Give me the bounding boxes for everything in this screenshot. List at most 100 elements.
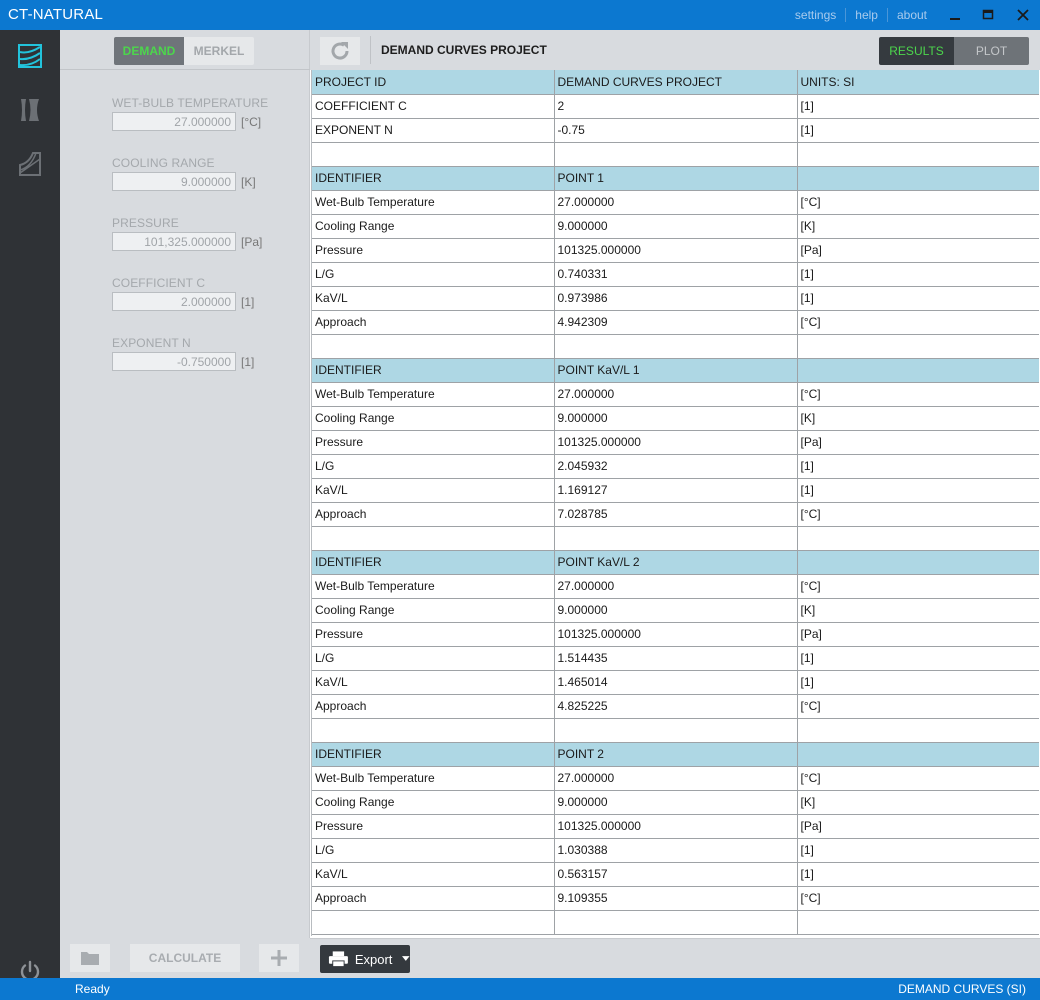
table-row[interactable]: Wet-Bulb Temperature 27.000000 [°C] <box>312 190 1039 215</box>
table-cell[interactable]: [1] <box>797 838 1039 863</box>
table-cell[interactable]: Approach <box>312 310 555 335</box>
table-row[interactable]: L/G 1.514435 [1] <box>312 646 1039 671</box>
table-cell[interactable]: Cooling Range <box>312 214 555 239</box>
table-cell[interactable]: 101325.000000 <box>554 238 798 263</box>
sidebar-item-demand-curves[interactable] <box>16 42 44 70</box>
plot-tab[interactable]: PLOT <box>954 37 1029 65</box>
table-cell[interactable]: [°C] <box>797 766 1039 791</box>
table-row[interactable]: Pressure 101325.000000 [Pa] <box>312 238 1039 263</box>
table-row[interactable]: Approach 4.825225 [°C] <box>312 694 1039 719</box>
table-row[interactable] <box>312 526 1039 551</box>
table-row[interactable]: Approach 4.942309 [°C] <box>312 310 1039 335</box>
table-row[interactable]: Pressure 101325.000000 [Pa] <box>312 814 1039 839</box>
refresh-button[interactable] <box>320 37 360 65</box>
table-row[interactable] <box>312 142 1039 167</box>
open-folder-button[interactable] <box>70 944 110 972</box>
table-cell[interactable]: 2 <box>554 94 798 119</box>
table-cell[interactable]: [1] <box>797 670 1039 695</box>
table-cell[interactable]: Approach <box>312 502 555 527</box>
table-cell[interactable]: EXPONENT N <box>312 118 555 143</box>
table-cell[interactable]: KaV/L <box>312 670 555 695</box>
table-cell[interactable]: POINT 1 <box>554 166 798 191</box>
table-cell[interactable]: [Pa] <box>797 622 1039 647</box>
table-cell[interactable]: UNITS: SI <box>797 70 1039 95</box>
close-button[interactable] <box>1008 4 1038 26</box>
results-tab[interactable]: RESULTS <box>879 37 954 65</box>
table-cell[interactable]: Wet-Bulb Temperature <box>312 574 555 599</box>
table-cell[interactable]: IDENTIFIER <box>312 742 555 767</box>
table-cell[interactable] <box>312 526 555 551</box>
table-cell[interactable] <box>554 334 798 359</box>
table-cell[interactable]: 101325.000000 <box>554 814 798 839</box>
table-cell[interactable] <box>797 358 1039 383</box>
table-cell[interactable]: L/G <box>312 646 555 671</box>
add-button[interactable] <box>259 944 299 972</box>
table-cell[interactable]: IDENTIFIER <box>312 166 555 191</box>
table-cell[interactable]: 27.000000 <box>554 574 798 599</box>
table-cell[interactable]: PROJECT ID <box>312 70 555 95</box>
table-cell[interactable]: 101325.000000 <box>554 622 798 647</box>
table-cell[interactable]: [1] <box>797 94 1039 119</box>
table-cell[interactable] <box>312 910 555 935</box>
table-cell[interactable]: Wet-Bulb Temperature <box>312 382 555 407</box>
sidebar-item-tower[interactable] <box>16 96 44 124</box>
table-cell[interactable]: 27.000000 <box>554 382 798 407</box>
table-cell[interactable] <box>797 718 1039 743</box>
table-cell[interactable]: [°C] <box>797 886 1039 911</box>
table-cell[interactable] <box>554 142 798 167</box>
table-cell[interactable]: POINT KaV/L 1 <box>554 358 798 383</box>
exponent-n-input[interactable] <box>112 352 236 371</box>
table-cell[interactable]: Cooling Range <box>312 406 555 431</box>
table-cell[interactable]: Pressure <box>312 238 555 263</box>
table-row[interactable]: KaV/L 0.563157 [1] <box>312 862 1039 887</box>
table-cell[interactable]: Wet-Bulb Temperature <box>312 190 555 215</box>
about-link[interactable]: about <box>886 8 936 22</box>
table-cell[interactable]: 1.030388 <box>554 838 798 863</box>
table-cell[interactable]: 1.465014 <box>554 670 798 695</box>
table-section-header[interactable]: IDENTIFIER POINT KaV/L 2 <box>312 550 1039 575</box>
table-section-header[interactable]: IDENTIFIER POINT KaV/L 1 <box>312 358 1039 383</box>
table-cell[interactable]: 7.028785 <box>554 502 798 527</box>
table-cell[interactable] <box>797 142 1039 167</box>
table-section-header[interactable]: PROJECT ID DEMAND CURVES PROJECT UNITS: SI <box>312 70 1039 95</box>
table-row[interactable]: Wet-Bulb Temperature 27.000000 [°C] <box>312 382 1039 407</box>
table-cell[interactable]: [Pa] <box>797 814 1039 839</box>
maximize-button[interactable] <box>973 4 1003 26</box>
table-cell[interactable]: [K] <box>797 598 1039 623</box>
table-cell[interactable]: IDENTIFIER <box>312 550 555 575</box>
help-link[interactable]: help <box>845 8 887 22</box>
table-cell[interactable]: [1] <box>797 286 1039 311</box>
table-cell[interactable] <box>312 142 555 167</box>
table-row[interactable]: Approach 9.109355 [°C] <box>312 886 1039 911</box>
table-row[interactable]: Cooling Range 9.000000 [K] <box>312 406 1039 431</box>
table-cell[interactable]: [1] <box>797 262 1039 287</box>
table-cell[interactable]: [°C] <box>797 574 1039 599</box>
table-cell[interactable] <box>554 910 798 935</box>
results-table-container[interactable]: PROJECT ID DEMAND CURVES PROJECT UNITS: SI… <box>311 70 1039 936</box>
table-cell[interactable] <box>797 334 1039 359</box>
settings-link[interactable]: settings <box>786 8 845 22</box>
table-cell[interactable] <box>312 334 555 359</box>
table-cell[interactable]: [K] <box>797 214 1039 239</box>
table-cell[interactable]: L/G <box>312 454 555 479</box>
table-cell[interactable]: COEFFICIENT C <box>312 94 555 119</box>
table-cell[interactable]: KaV/L <box>312 286 555 311</box>
table-cell[interactable] <box>554 526 798 551</box>
table-section-header[interactable]: IDENTIFIER POINT 2 <box>312 742 1039 767</box>
table-cell[interactable]: 9.109355 <box>554 886 798 911</box>
table-row[interactable]: L/G 2.045932 [1] <box>312 454 1039 479</box>
table-cell[interactable]: [°C] <box>797 382 1039 407</box>
table-cell[interactable]: [Pa] <box>797 430 1039 455</box>
table-cell[interactable]: 1.169127 <box>554 478 798 503</box>
table-cell[interactable] <box>797 526 1039 551</box>
table-row[interactable]: Pressure 101325.000000 [Pa] <box>312 430 1039 455</box>
table-cell[interactable]: 9.000000 <box>554 790 798 815</box>
merkel-tab[interactable]: MERKEL <box>184 37 254 65</box>
table-row[interactable]: Cooling Range 9.000000 [K] <box>312 598 1039 623</box>
export-button[interactable]: Export <box>320 945 410 973</box>
table-cell[interactable]: Approach <box>312 886 555 911</box>
table-row[interactable] <box>312 910 1039 935</box>
table-cell[interactable] <box>797 910 1039 935</box>
table-cell[interactable]: -0.75 <box>554 118 798 143</box>
table-row[interactable]: Cooling Range 9.000000 [K] <box>312 214 1039 239</box>
